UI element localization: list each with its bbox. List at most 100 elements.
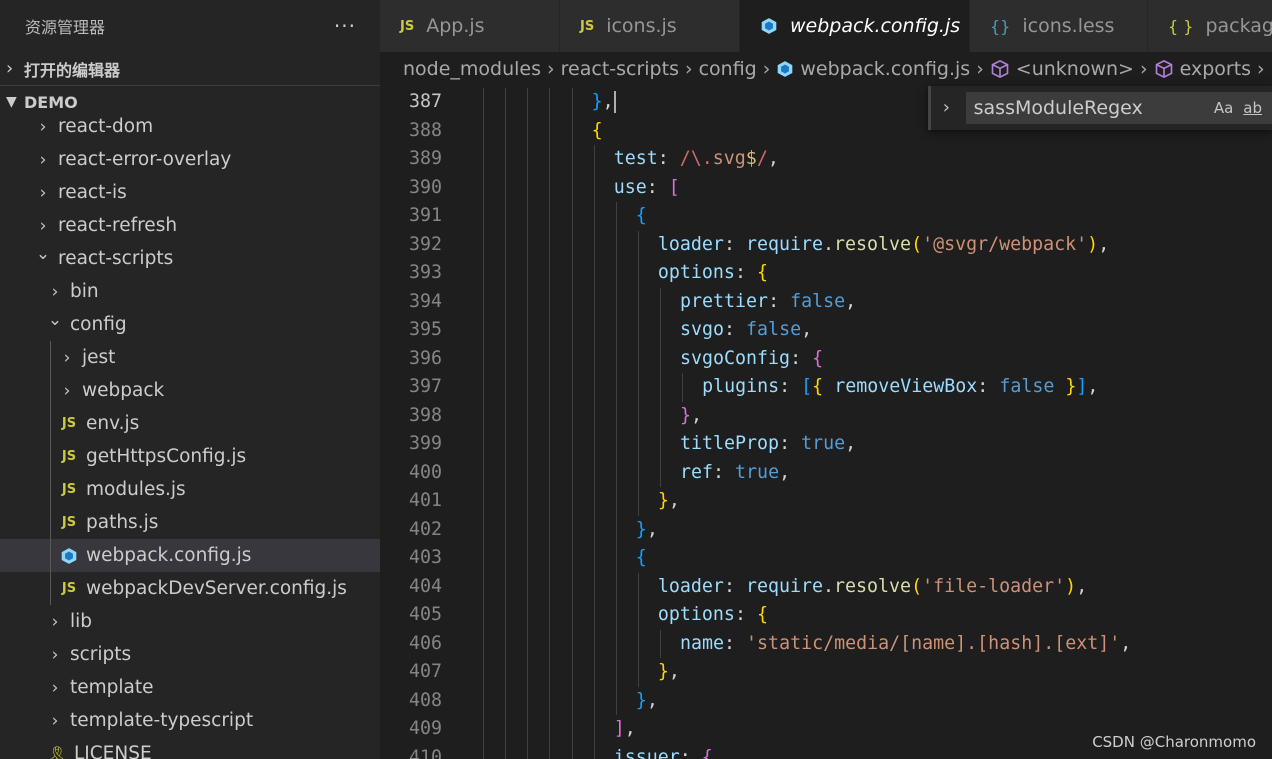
indent-guide bbox=[527, 487, 529, 516]
code-token: { bbox=[701, 746, 713, 759]
tree-item-paths-js[interactable]: JS paths.js bbox=[0, 506, 380, 539]
indent-guide bbox=[637, 259, 639, 288]
tree-item-license[interactable]: 🎗 LICENSE bbox=[0, 737, 380, 759]
tree-item-scripts[interactable]: › scripts bbox=[0, 638, 380, 671]
indent-guide bbox=[549, 287, 551, 316]
webpack-file-icon bbox=[58, 547, 80, 565]
breadcrumb-label: exports bbox=[1179, 58, 1252, 80]
code-token: } bbox=[657, 661, 669, 682]
code-text: loader: require.resolve('@svgr/webpack')… bbox=[658, 231, 1109, 260]
indent-guide bbox=[527, 401, 529, 430]
indent-guide bbox=[483, 601, 485, 630]
code-line[interactable]: 408}, bbox=[380, 686, 1272, 716]
code-token: , bbox=[1120, 632, 1132, 654]
breadcrumb-item[interactable]: exports bbox=[1154, 58, 1251, 80]
indent-guide bbox=[527, 259, 529, 288]
code-token: true bbox=[735, 461, 780, 483]
open-editors-section[interactable]: › 打开的编辑器 bbox=[0, 52, 380, 85]
code-line[interactable]: 389 test: /\.svg$/, bbox=[380, 145, 1272, 174]
code-line[interactable]: 400 ref: true, bbox=[380, 458, 1272, 487]
code-text: { bbox=[636, 544, 647, 573]
code-line[interactable]: 392 loader: require.resolve('@svgr/webpac… bbox=[380, 230, 1272, 260]
tree-item-webpackdevserver-config-js[interactable]: JS webpackDevServer.config.js bbox=[0, 572, 380, 605]
indent-guide bbox=[659, 458, 661, 487]
code-text: { bbox=[636, 202, 647, 231]
indent-guide bbox=[527, 572, 529, 601]
code-line[interactable]: 401}, bbox=[380, 487, 1272, 516]
tree-item-config[interactable]: ⌄ config bbox=[0, 308, 380, 341]
tree-item-webpack[interactable]: › webpack bbox=[0, 374, 380, 407]
code-line[interactable]: 402}, bbox=[380, 515, 1272, 544]
code-line[interactable]: 393 options: { bbox=[380, 259, 1272, 288]
code-line[interactable]: 391 { bbox=[380, 202, 1272, 231]
tab-icons-js[interactable]: JS icons.js bbox=[560, 0, 740, 52]
module-icon bbox=[990, 59, 1010, 79]
tree-item-react-scripts[interactable]: ⌄ react-scripts bbox=[0, 242, 380, 275]
match-case-icon[interactable]: Aa bbox=[1214, 99, 1233, 117]
tab-app-js[interactable]: JS App.js bbox=[380, 0, 560, 52]
indent-guide bbox=[505, 145, 507, 174]
indent-guide bbox=[593, 487, 595, 516]
indent-guide bbox=[615, 230, 617, 259]
code-token: svgo bbox=[680, 319, 725, 340]
breadcrumb-item[interactable]: <unknown> bbox=[990, 58, 1134, 80]
indent-guide bbox=[527, 230, 529, 259]
code-line[interactable]: 403 { bbox=[380, 544, 1272, 573]
indent-guide bbox=[483, 658, 485, 687]
code-text: plugins: [{ removeViewBox: false }], bbox=[702, 373, 1098, 402]
tree-item-lib[interactable]: › lib bbox=[0, 605, 380, 638]
tree-item-modules-js[interactable]: JS modules.js bbox=[0, 473, 380, 506]
code-line[interactable]: 396 svgoConfig: { bbox=[380, 344, 1272, 373]
tab-package[interactable]: { } package bbox=[1148, 0, 1272, 52]
indent-guide bbox=[549, 487, 551, 516]
tab-webpack-config-js[interactable]: webpack.config.js× bbox=[740, 0, 991, 52]
tree-item-gethttpsconfig-js[interactable]: JS getHttpsConfig.js bbox=[0, 440, 380, 473]
breadcrumb-item[interactable]: webpack.config.js bbox=[776, 58, 970, 80]
tree-item-jest[interactable]: › jest bbox=[0, 341, 380, 374]
breadcrumb-item[interactable]: react-scripts bbox=[561, 58, 679, 80]
indent-guide bbox=[483, 116, 485, 145]
indent-guide bbox=[571, 287, 573, 316]
indent-guide bbox=[571, 173, 573, 202]
tree-item-react-is[interactable]: › react-is bbox=[0, 176, 380, 209]
indent-guide bbox=[549, 658, 551, 687]
workspace-label: DEMO bbox=[24, 92, 78, 112]
code-text: }, bbox=[636, 687, 658, 716]
indent-guide bbox=[615, 401, 617, 430]
code-line[interactable]: 405 options: { bbox=[380, 601, 1272, 630]
tree-item-react-refresh[interactable]: › react-refresh bbox=[0, 209, 380, 242]
tree-item-env-js[interactable]: JS env.js bbox=[0, 407, 380, 440]
more-actions-icon[interactable]: ··· bbox=[334, 14, 356, 38]
whole-word-icon[interactable]: ab bbox=[1243, 99, 1262, 117]
code-line[interactable]: 404 loader: require.resolve('file-loader'… bbox=[380, 572, 1272, 601]
tree-item-react-error-overlay[interactable]: › react-error-overlay bbox=[0, 143, 380, 176]
code-line[interactable]: 397 plugins: [{ removeViewBox: false }], bbox=[380, 373, 1272, 402]
tree-item-template[interactable]: › template bbox=[0, 671, 380, 704]
code-token: options bbox=[657, 604, 735, 625]
tree-item-react-dom[interactable]: › react-dom bbox=[0, 110, 380, 143]
breadcrumb-item[interactable]: node_modules bbox=[403, 58, 541, 80]
webpack-file-icon bbox=[776, 60, 794, 78]
breadcrumb-item[interactable]: config bbox=[699, 58, 757, 80]
code-line[interactable]: 406 name: 'static/media/[name].[hash].[ex… bbox=[380, 629, 1272, 658]
tree-item-bin[interactable]: › bin bbox=[0, 275, 380, 308]
code-line[interactable]: 399 titleProp: true, bbox=[380, 430, 1272, 459]
tab-icons-less[interactable]: {} icons.less bbox=[970, 0, 1148, 52]
indent-guide bbox=[615, 544, 617, 573]
indent-guide bbox=[505, 515, 507, 544]
code-editor[interactable]: 387}, 388{389 test: /\.svg$/, 390 use: [391{… bbox=[380, 86, 1272, 759]
code-line[interactable]: 394 prettier: false, bbox=[380, 287, 1272, 316]
toggle-replace-icon[interactable]: › bbox=[928, 86, 962, 130]
indent-guide bbox=[593, 601, 595, 630]
code-line[interactable]: 390 use: [ bbox=[380, 173, 1272, 202]
code-line[interactable]: 407}, bbox=[380, 658, 1272, 687]
indent-guide bbox=[571, 259, 573, 288]
find-input[interactable]: sassModuleRegex Aa ab bbox=[965, 92, 1272, 124]
code-line[interactable]: 398}, bbox=[380, 401, 1272, 430]
code-token: , bbox=[779, 461, 791, 483]
tree-item-webpack-config-js[interactable]: webpack.config.js bbox=[0, 539, 380, 572]
code-line[interactable]: 395 svgo: false, bbox=[380, 316, 1272, 345]
tree-item-template-typescript[interactable]: › template-typescript bbox=[0, 704, 380, 737]
code-token: : bbox=[646, 176, 669, 198]
indent-guide bbox=[571, 572, 573, 601]
